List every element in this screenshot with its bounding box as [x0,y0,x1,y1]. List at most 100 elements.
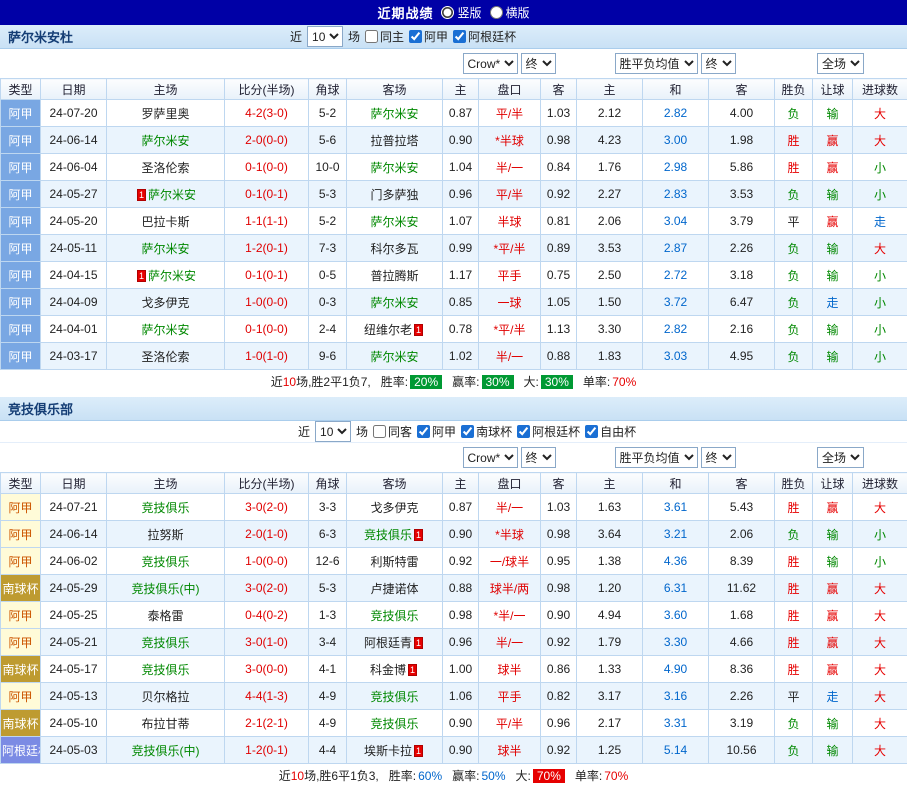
home-team-name[interactable]: 竞技俱乐 [141,555,189,569]
date-cell: 24-06-14 [41,521,107,548]
europe-odds-state-select[interactable]: 终 [701,447,736,468]
column-header: 客 [709,473,775,494]
home-team-name[interactable]: 竞技俱乐(中) [132,744,200,758]
away-team-name[interactable]: 普拉腾斯 [370,269,418,283]
away-team-name[interactable]: 竞技俱乐 [364,528,412,542]
scope-select[interactable]: 全场 [817,447,864,468]
away-team-name[interactable]: 门多萨独 [370,188,418,202]
home-team-name[interactable]: 竞技俱乐 [141,501,189,515]
away-team-name[interactable]: 萨尔米安 [370,215,418,229]
away-team-name[interactable]: 拉普拉塔 [370,134,418,148]
away-team-name[interactable]: 戈多伊克 [370,501,418,515]
away-red-card-badge: 1 [414,745,423,757]
competition-filter[interactable]: 阿甲 [417,423,456,440]
away-team-name[interactable]: 纽维尔老 [364,323,412,337]
match-row: 南球杯 24-05-29 竞技俱乐(中) 3-0(2-0) 5-3 卢捷诺体 0… [1,575,907,602]
home-team-name[interactable]: 圣洛伦索 [141,161,189,175]
competition-filter[interactable]: 阿甲 [409,28,448,45]
home-team-name[interactable]: 泰格雷 [147,609,183,623]
layout-radio-horizontal[interactable]: 横版 [490,4,530,21]
goals-cell: 小 [853,262,907,289]
home-team-name[interactable]: 巴拉卡斯 [141,215,189,229]
away-team-name[interactable]: 萨尔米安 [370,296,418,310]
away-team-name[interactable]: 阿根廷青 [364,636,412,650]
away-team-name[interactable]: 科金博 [370,663,406,677]
league-cell: 阿甲 [1,343,41,370]
home-team-name[interactable]: 萨尔米安 [148,188,196,202]
away-team-name[interactable]: 萨尔米安 [370,107,418,121]
home-team-name[interactable]: 罗萨里奥 [141,107,189,121]
corner-cell: 3-3 [309,494,347,521]
vertical-radio-input[interactable] [441,6,454,19]
home-team-name[interactable]: 萨尔米安 [148,269,196,283]
home-team-name[interactable]: 萨尔米安 [141,242,189,256]
column-header: 主 [577,79,643,100]
column-header: 日期 [41,473,107,494]
column-header-row: 类型日期主场比分(半场)角球客场主盘口客主和客胜负让球进球数 [1,79,907,100]
home-team-name[interactable]: 戈多伊克 [141,296,189,310]
match-count-select[interactable]: 10 [315,421,351,442]
handicap-result-cell: 赢 [813,154,853,181]
home-cell: 竞技俱乐 [107,629,225,656]
away-team-name[interactable]: 利斯特雷 [370,555,418,569]
competition-filter[interactable]: 阿根廷杯 [517,423,580,440]
competition-filter[interactable]: 自由杯 [585,423,636,440]
competition-filter[interactable]: 南球杯 [461,423,512,440]
home-team-name[interactable]: 布拉甘蒂 [141,717,189,731]
home-cell: 萨尔米安 [107,127,225,154]
competition-checkbox[interactable] [461,425,474,438]
corner-cell: 4-4 [309,737,347,764]
home-team-name[interactable]: 萨尔米安 [141,323,189,337]
home-team-name[interactable]: 萨尔米安 [141,134,189,148]
away-cell: 萨尔米安 [347,208,443,235]
score-cell: 4-2(3-0) [225,100,309,127]
matches-body: 阿甲 24-07-21 竞技俱乐 3-0(2-0) 3-3 戈多伊克 0.87 … [1,494,907,764]
bookmaker-select[interactable]: Crow* [463,53,518,74]
asia-away-odds-cell: 0.98 [541,127,577,154]
home-team-name[interactable]: 竞技俱乐 [141,663,189,677]
away-team-name[interactable]: 竞技俱乐 [370,690,418,704]
competition-checkbox[interactable] [409,30,422,43]
away-team-name[interactable]: 卢捷诺体 [370,582,418,596]
europe-mode-select[interactable]: 胜平负均值 [615,447,698,468]
competition-filter[interactable]: 阿根廷杯 [453,28,516,45]
home-cell: 拉努斯 [107,521,225,548]
corner-cell: 4-9 [309,710,347,737]
away-team-name[interactable]: 萨尔米安 [370,350,418,364]
asia-home-odds-cell: 0.88 [443,575,479,602]
competition-checkbox[interactable] [517,425,530,438]
scope-select[interactable]: 全场 [817,53,864,74]
horizontal-radio-input[interactable] [490,6,503,19]
home-team-name[interactable]: 竞技俱乐 [141,636,189,650]
home-team-name[interactable]: 竞技俱乐(中) [132,582,200,596]
match-row: 阿甲 24-07-21 竞技俱乐 3-0(2-0) 3-3 戈多伊克 0.87 … [1,494,907,521]
asia-odds-state-select[interactable]: 终 [521,447,556,468]
away-cell: 利斯特雷 [347,548,443,575]
home-team-name[interactable]: 贝尔格拉 [141,690,189,704]
away-team-name[interactable]: 竞技俱乐 [370,609,418,623]
competition-checkbox[interactable] [585,425,598,438]
same-venue-checkbox[interactable] [373,425,386,438]
away-team-name[interactable]: 萨尔米安 [370,161,418,175]
away-team-name[interactable]: 埃斯卡拉 [364,744,412,758]
competition-checkbox[interactable] [417,425,430,438]
match-count-select[interactable]: 10 [307,26,343,47]
layout-radio-vertical[interactable]: 竖版 [441,4,481,21]
away-team-name[interactable]: 竞技俱乐 [370,717,418,731]
europe-odds-state-select[interactable]: 终 [701,53,736,74]
same-venue-checkbox[interactable] [365,30,378,43]
europe-home-odds-cell: 2.50 [577,262,643,289]
competition-checkbox[interactable] [453,30,466,43]
away-team-name[interactable]: 科尔多瓦 [370,242,418,256]
europe-away-odds-cell: 5.86 [709,154,775,181]
home-team-name[interactable]: 圣洛伦索 [141,350,189,364]
europe-mode-select[interactable]: 胜平负均值 [615,53,698,74]
section-header: 萨尔米安杜 近 10 场 同主 阿甲阿根廷杯 [0,25,907,49]
home-team-name[interactable]: 拉努斯 [147,528,183,542]
bookmaker-select[interactable]: Crow* [463,447,518,468]
same-venue-filter[interactable]: 同主 [365,28,404,45]
same-venue-filter[interactable]: 同客 [373,423,412,440]
asia-odds-state-select[interactable]: 终 [521,53,556,74]
asia-away-odds-cell: 0.86 [541,656,577,683]
result-cell: 胜 [775,494,813,521]
